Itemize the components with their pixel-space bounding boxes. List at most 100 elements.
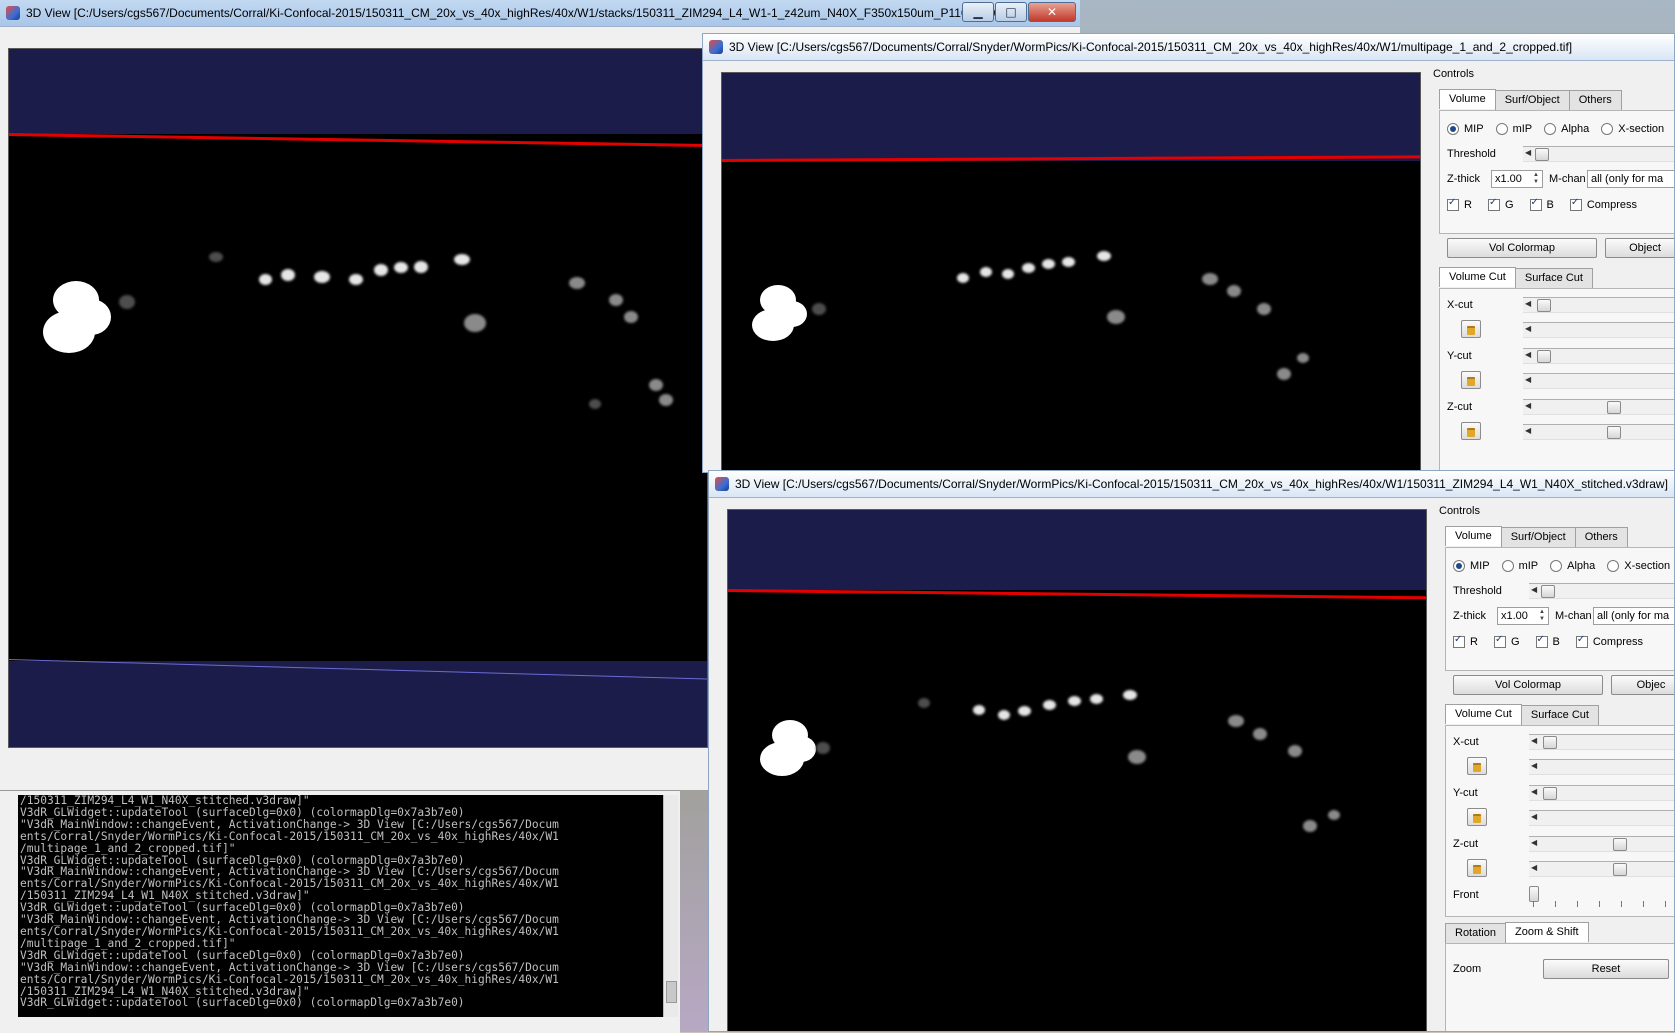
xcut-slider-2[interactable]: ◀: [1523, 322, 1674, 338]
tab-surface-cut[interactable]: Surface Cut: [1520, 705, 1599, 725]
reset-zoom-button[interactable]: Reset: [1543, 959, 1669, 979]
close-button[interactable]: ✕: [1028, 2, 1076, 22]
slider-handle[interactable]: [1535, 148, 1549, 161]
ycut-lock-icon[interactable]: [1461, 371, 1481, 389]
slider-left-arrow-icon[interactable]: ◀: [1525, 299, 1531, 308]
slider-left-arrow-icon[interactable]: ◀: [1525, 324, 1531, 333]
console-scrollbar[interactable]: [663, 795, 678, 1017]
zthick-spinbox[interactable]: x1.00 ▲ ▼: [1497, 607, 1549, 625]
slider-handle[interactable]: [1613, 863, 1627, 876]
slider-handle[interactable]: [1537, 350, 1551, 363]
tab-others[interactable]: Others: [1574, 527, 1628, 547]
tab-rotation[interactable]: Rotation: [1445, 923, 1506, 943]
zcut-slider-2[interactable]: ◀: [1529, 861, 1674, 877]
slider-left-arrow-icon[interactable]: ◀: [1531, 812, 1537, 821]
ycut-lock-icon[interactable]: [1467, 808, 1487, 826]
ycut-slider[interactable]: ◀: [1523, 348, 1674, 364]
object-button[interactable]: Object: [1605, 238, 1674, 258]
radio-alpha[interactable]: [1544, 123, 1557, 135]
slider-left-arrow-icon[interactable]: ◀: [1531, 838, 1537, 847]
vol-colormap-button[interactable]: Vol Colormap: [1447, 238, 1597, 258]
slider-left-arrow-icon[interactable]: ◀: [1525, 401, 1531, 410]
top-right-window-titlebar[interactable]: 3D View [C:/Users/cgs567/Documents/Corra…: [703, 34, 1674, 61]
bottom-right-3d-render-canvas[interactable]: [727, 509, 1427, 1031]
slider-handle[interactable]: [1607, 401, 1621, 414]
tab-volume-cut[interactable]: Volume Cut: [1439, 267, 1516, 287]
slider-left-arrow-icon[interactable]: ◀: [1531, 863, 1537, 872]
ycut-slider-2[interactable]: ◀: [1523, 373, 1674, 389]
slider-left-arrow-icon[interactable]: ◀: [1531, 585, 1537, 594]
slider-left-arrow-icon[interactable]: ◀: [1525, 148, 1531, 157]
slider-left-arrow-icon[interactable]: ◀: [1531, 787, 1537, 796]
checkbox-g[interactable]: [1487, 197, 1500, 211]
radio-x-section[interactable]: [1607, 560, 1620, 572]
ycut-slider[interactable]: ◀: [1529, 785, 1674, 801]
console-scroll-thumb[interactable]: [666, 981, 677, 1003]
threshold-slider[interactable]: ◀: [1529, 583, 1674, 599]
radio-min-ip[interactable]: [1495, 123, 1508, 135]
slider-left-arrow-icon[interactable]: ◀: [1525, 350, 1531, 359]
radio-mip[interactable]: [1453, 560, 1465, 572]
slider-left-arrow-icon[interactable]: ◀: [1531, 761, 1537, 770]
minimize-button[interactable]: ▁: [962, 2, 994, 22]
tab-volume[interactable]: Volume: [1445, 526, 1502, 546]
spin-arrows-icon[interactable]: ▲ ▼: [1537, 609, 1547, 623]
xcut-lock-icon[interactable]: [1461, 320, 1481, 338]
object-button[interactable]: Objec: [1611, 675, 1674, 695]
top-right-3d-render-canvas[interactable]: [721, 72, 1421, 472]
checkbox-compress[interactable]: [1569, 197, 1582, 211]
vol-colormap-button[interactable]: Vol Colormap: [1453, 675, 1603, 695]
bottom-right-window-titlebar[interactable]: 3D View [C:/Users/cgs567/Documents/Corra…: [709, 471, 1674, 498]
checkbox-g[interactable]: [1493, 634, 1506, 648]
slider-handle[interactable]: [1537, 299, 1551, 312]
spin-arrows-icon[interactable]: ▲ ▼: [1531, 172, 1541, 186]
tab-volume[interactable]: Volume: [1439, 89, 1496, 109]
ycut-slider-2[interactable]: ◀: [1529, 810, 1674, 826]
slider-left-arrow-icon[interactable]: ◀: [1531, 736, 1537, 745]
zcut-lock-icon[interactable]: [1461, 422, 1481, 440]
slider-left-arrow-icon[interactable]: ◀: [1525, 375, 1531, 384]
slider-handle[interactable]: [1607, 426, 1621, 439]
checkbox-b[interactable]: [1529, 197, 1542, 211]
radio-alpha[interactable]: [1550, 560, 1563, 572]
zcut-lock-icon[interactable]: [1467, 859, 1487, 877]
checkbox-b[interactable]: [1535, 634, 1548, 648]
tab-surf-object[interactable]: Surf/Object: [1500, 527, 1576, 547]
slider-handle[interactable]: [1613, 838, 1627, 851]
front-slider[interactable]: [1529, 885, 1674, 902]
zcut-slider[interactable]: ◀: [1529, 836, 1674, 852]
tab-surface-cut[interactable]: Surface Cut: [1514, 268, 1593, 288]
zthick-spinbox[interactable]: x1.00 ▲ ▼: [1491, 170, 1543, 188]
xcut-slider[interactable]: ◀: [1523, 297, 1674, 313]
checkbox-r[interactable]: [1453, 634, 1465, 648]
maximize-button[interactable]: □: [995, 2, 1027, 22]
tab-volume-cut[interactable]: Volume Cut: [1445, 704, 1522, 724]
radio-mip[interactable]: [1447, 123, 1459, 135]
tab-others[interactable]: Others: [1568, 90, 1622, 110]
threshold-label: Threshold: [1447, 148, 1496, 160]
slider-handle[interactable]: [1529, 886, 1539, 902]
xcut-slider-2[interactable]: ◀: [1529, 759, 1674, 775]
bottom-right-3d-view-window[interactable]: 3D View [C:/Users/cgs567/Documents/Corra…: [708, 470, 1675, 1032]
slider-handle[interactable]: [1543, 736, 1557, 749]
checkbox-r[interactable]: [1447, 197, 1459, 211]
zcut-slider[interactable]: ◀: [1523, 399, 1674, 415]
checkbox-compress[interactable]: [1575, 634, 1588, 648]
tab-surf-object[interactable]: Surf/Object: [1494, 90, 1570, 110]
tab-zoom-shift[interactable]: Zoom & Shift: [1504, 922, 1589, 942]
back-3d-render-canvas[interactable]: [8, 48, 708, 748]
radio-min-ip[interactable]: [1501, 560, 1514, 572]
threshold-slider[interactable]: ◀: [1523, 146, 1674, 162]
radio-x-section[interactable]: [1601, 123, 1614, 135]
xcut-lock-icon[interactable]: [1467, 757, 1487, 775]
mchan-dropdown[interactable]: all (only for ma: [1587, 170, 1674, 188]
slider-handle[interactable]: [1541, 585, 1555, 598]
slider-left-arrow-icon[interactable]: ◀: [1525, 426, 1531, 435]
slider-handle[interactable]: [1543, 787, 1557, 800]
mchan-dropdown[interactable]: all (only for ma: [1593, 607, 1674, 625]
back-window-titlebar[interactable]: 3D View [C:/Users/cgs567/Documents/Corra…: [0, 0, 1080, 27]
console-window[interactable]: /150311_ZIM294_L4_W1_N40X_stitched.v3dra…: [0, 790, 680, 1033]
zcut-slider-2[interactable]: ◀: [1523, 424, 1674, 440]
top-right-3d-view-window[interactable]: 3D View [C:/Users/cgs567/Documents/Corra…: [702, 33, 1675, 473]
xcut-slider[interactable]: ◀: [1529, 734, 1674, 750]
